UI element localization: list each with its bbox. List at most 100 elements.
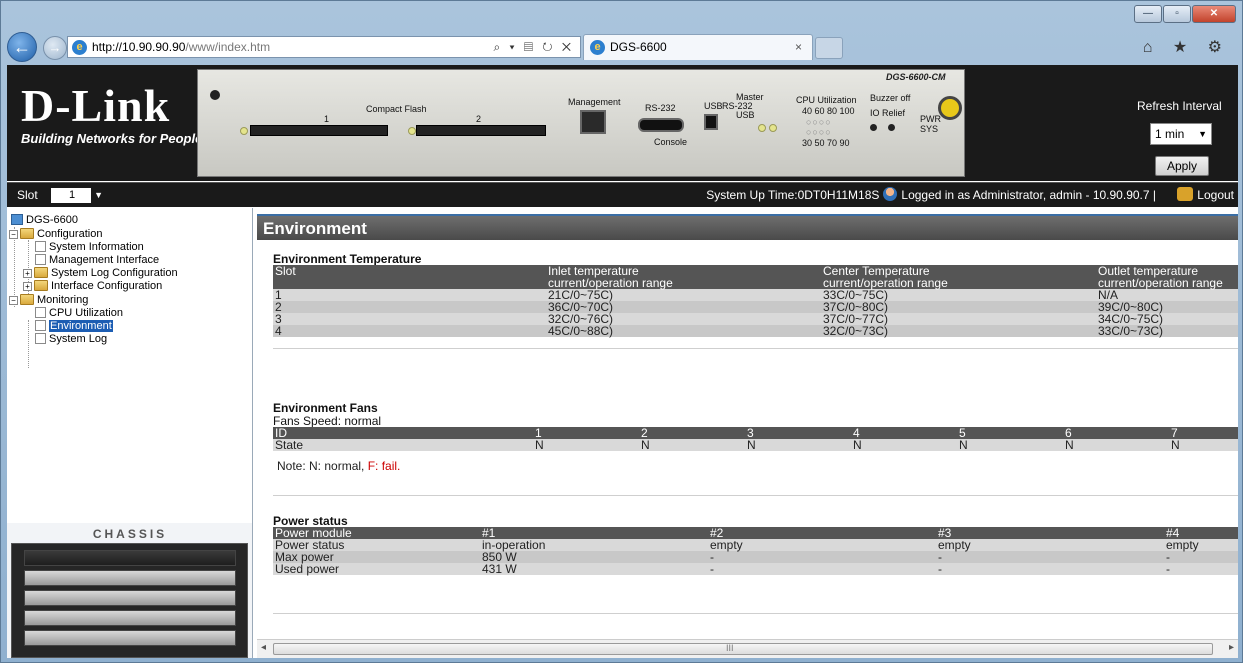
scroll-right-icon[interactable]: ▸ — [1229, 642, 1234, 653]
device-header: D-Link Building Networks for People DGS-… — [7, 65, 1238, 181]
tree-item-configuration[interactable]: − Configuration — [9, 228, 102, 241]
browser-window: — ▫ ✕ ← → e http://10.90.90.90/www/index… — [0, 0, 1243, 663]
tree-item-system-log[interactable]: System Log — [35, 333, 107, 346]
switch-icon — [11, 214, 23, 225]
apply-button[interactable]: Apply — [1155, 156, 1209, 176]
table-cell: - — [1164, 551, 1238, 563]
chassis-card — [24, 570, 236, 586]
tree-item-system-log-configuration[interactable]: + System Log Configuration — [23, 267, 178, 280]
cf2-led-icon — [408, 127, 416, 135]
chassis-image[interactable] — [11, 543, 248, 658]
table-cell: 32C/0~73C) — [821, 325, 1096, 337]
power-table: Power module #1 #2 #3 #4 Power status in… — [273, 527, 1238, 575]
expand-icon[interactable]: + — [23, 269, 32, 278]
table-cell: N — [851, 439, 957, 451]
maximize-button[interactable]: ▫ — [1163, 5, 1191, 23]
table-cell: 45C/0~88C) — [546, 325, 821, 337]
tree-root-dgs-6600[interactable]: DGS-6600 — [11, 214, 78, 227]
back-button[interactable]: ← — [7, 32, 37, 62]
table-row: Power status in-operation empty empty em… — [273, 539, 1238, 551]
minimize-button[interactable]: — — [1134, 5, 1162, 23]
col-header-id: ID — [273, 427, 533, 439]
scroll-left-icon[interactable]: ◂ — [261, 642, 266, 653]
user-icon — [883, 187, 898, 201]
chevron-down-icon: ▼ — [94, 190, 103, 200]
page-icon — [35, 333, 46, 344]
tree-label: System Log Configuration — [51, 267, 178, 279]
sys-label: SYS — [920, 124, 939, 134]
scrollbar-thumb[interactable]: III — [273, 643, 1213, 655]
device-front-panel: DGS-6600-CM Compact Flash 1 2 Management… — [197, 69, 965, 177]
tree-label: System Information — [49, 241, 144, 253]
tree-label: System Log — [49, 333, 108, 345]
tab-dgs-6600[interactable]: e DGS-6600 × — [583, 34, 813, 60]
expand-icon[interactable]: + — [23, 282, 32, 291]
table-subheader-row: current/operation range current/operatio… — [273, 277, 1238, 289]
table-cell: N — [1169, 439, 1238, 451]
folder-icon — [20, 228, 34, 239]
tree-label: Interface Configuration — [51, 280, 163, 292]
tab-close-icon[interactable]: × — [795, 35, 802, 60]
forward-button[interactable]: → — [43, 36, 67, 60]
rs232-led-icon — [769, 124, 777, 132]
section-divider — [273, 348, 1238, 349]
tree-root-label: DGS-6600 — [26, 214, 78, 226]
address-tools[interactable]: ⌕ ▾ ▤ ↻ ✕ — [494, 37, 575, 57]
table-cell: - — [1164, 563, 1238, 575]
panel-hole-icon — [210, 90, 220, 100]
chevron-down-icon: ▼ — [1198, 129, 1207, 139]
refresh-interval-select[interactable]: 1 min ▼ — [1150, 123, 1212, 145]
address-bar[interactable]: e http://10.90.90.90/www/index.htm ⌕ ▾ ▤… — [67, 36, 581, 58]
new-tab-button[interactable] — [815, 37, 843, 59]
table-cell: empty — [1164, 539, 1238, 551]
table-cell: 3 — [273, 313, 546, 325]
page-title: Environment — [257, 214, 1238, 240]
brand-tagline: Building Networks for People — [21, 131, 203, 146]
chassis-card — [24, 610, 236, 626]
compact-flash-label: Compact Flash — [366, 104, 427, 114]
cf2-label: 2 — [476, 114, 482, 124]
fans-section-title: Environment Fans — [273, 401, 378, 415]
cpu-utilization-label: CPU Utilization — [796, 95, 857, 105]
collapse-icon[interactable]: − — [9, 230, 18, 239]
chassis-card — [24, 550, 236, 566]
table-cell: - — [708, 551, 936, 563]
table-header-row: Slot Inlet temperature Center Temperatur… — [273, 265, 1238, 277]
chassis-label: CHASSIS — [92, 527, 168, 541]
tree-item-management-interface[interactable]: Management Interface — [35, 254, 159, 267]
cpu-scale-top: 40 60 80 100 — [802, 106, 855, 116]
tree-item-monitoring[interactable]: − Monitoring — [9, 294, 88, 307]
tree-item-environment[interactable]: Environment — [35, 320, 113, 333]
logout-button[interactable]: Logout — [1177, 183, 1234, 207]
grip-icon: III — [726, 643, 734, 653]
table-cell: State — [273, 439, 533, 451]
tree-item-system-information[interactable]: System Information — [35, 241, 144, 254]
logout-icon — [1177, 187, 1194, 201]
buzzer-off-label: Buzzer off — [870, 93, 911, 103]
collapse-icon[interactable]: − — [9, 296, 18, 305]
table-cell: N — [639, 439, 745, 451]
table-cell: - — [936, 563, 1164, 575]
horizontal-scrollbar[interactable]: ◂ III ▸ — [257, 639, 1238, 658]
tree-item-cpu-utilization[interactable]: CPU Utilization — [35, 307, 123, 320]
table-header-row: Power module #1 #2 #3 #4 — [273, 527, 1238, 539]
tree-item-interface-configuration[interactable]: + Interface Configuration — [23, 280, 162, 293]
ie-page-icon: e — [72, 40, 87, 55]
refresh-interval-label: Refresh Interval — [1137, 99, 1222, 113]
refresh-interval-value: 1 min — [1155, 127, 1185, 141]
console-port-icon — [638, 118, 684, 132]
table-cell: 431 W — [480, 563, 708, 575]
web-page: D-Link Building Networks for People DGS-… — [7, 65, 1238, 658]
table-cell: 33C/0~73C) — [1096, 325, 1238, 337]
io-relief-button-icon — [888, 124, 895, 131]
table-cell: Used power — [273, 563, 480, 575]
browser-tools[interactable]: ⌂ ★ ⚙ — [1143, 37, 1230, 57]
temperature-table: Slot Inlet temperature Center Temperatur… — [273, 265, 1238, 337]
table-row: 3 32C/0~76C) 37C/0~77C) 34C/0~75C) — [273, 313, 1238, 325]
device-model: DGS-6600-CM — [886, 72, 946, 82]
tree-label: Management Interface — [49, 254, 160, 266]
slot-select[interactable]: 1 ▼ — [51, 188, 103, 203]
table-cell: N — [957, 439, 1063, 451]
table-cell: 4 — [273, 325, 546, 337]
close-window-button[interactable]: ✕ — [1192, 5, 1236, 23]
